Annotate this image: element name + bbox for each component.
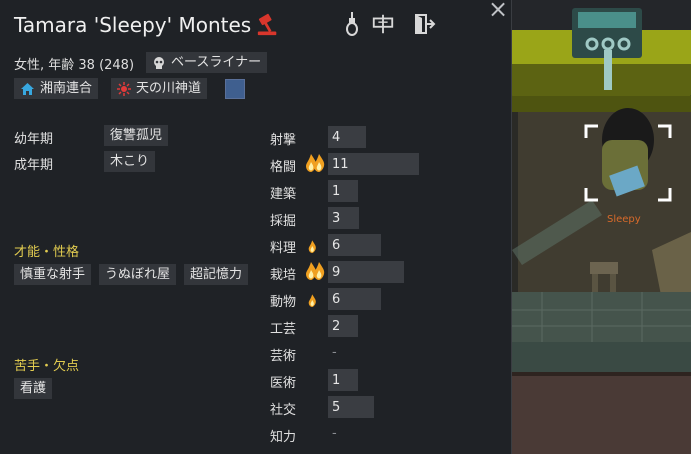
skill-level-value: 4 [332,130,341,145]
ideology-burst-icon [117,81,131,96]
faction-chip[interactable]: 湘南連合 [14,78,99,99]
world-scene [512,0,691,454]
ideology-label: 天の川神道 [136,81,202,96]
gender-age-line: 女性, 年齢 38 (248) [14,58,135,73]
skill-name: 射撃 [270,133,297,148]
skull-icon [154,56,164,69]
adulthood-backstory-chip[interactable]: 木こり [104,151,156,172]
skill-level-value: 6 [332,238,341,253]
skill-level-value: 2 [332,319,341,334]
skill-name: 料理 [270,241,297,256]
skill-level-value: 3 [332,211,341,226]
faction-label: 湘南連合 [40,81,93,96]
skill-level-value: 5 [332,400,341,415]
exit-door-icon[interactable] [412,12,436,36]
skill-name: 建築 [270,187,297,202]
skill-name: 動物 [270,295,297,310]
trait-chip[interactable]: 慎重な射手 [14,264,92,285]
trait-chip[interactable]: うぬぼれ屋 [99,264,177,285]
skill-level-value: 11 [332,157,349,172]
adulthood-value: 木こり [110,154,150,169]
skill-level-value: 6 [332,292,341,307]
trait-chip[interactable]: 超記憶力 [184,264,249,285]
major-passion-flame-icon [305,154,325,176]
skill-name: 社交 [270,403,297,418]
skill-level-value: 1 [332,373,341,388]
adulthood-label: 成年期 [14,158,54,173]
trait-label: 超記憶力 [190,267,243,282]
gavel-icon[interactable] [256,13,280,37]
minor-passion-flame-icon [305,235,317,257]
trait-label: うぬぼれ屋 [105,267,171,282]
incapable-label: 看護 [20,381,47,396]
major-passion-flame-icon [305,262,325,284]
minor-passion-flame-icon [305,289,317,311]
pawn-world-label: Sleepy [607,214,641,225]
xenotype-chip[interactable]: ベースライナー [146,52,268,73]
childhood-value: 復讐孤児 [110,128,163,143]
skill-name: 医術 [270,376,297,391]
close-button[interactable]: × [487,0,509,21]
ideology-chip[interactable]: 天の川神道 [111,78,208,99]
pawn-name: Tamara 'Sleepy' Montes [14,13,252,37]
skill-name: 知力 [270,430,297,445]
noose-icon[interactable] [340,12,364,36]
skill-disabled-value: - [332,426,337,441]
xenotype-label: ベースライナー [171,55,262,70]
skill-level-value: 1 [332,184,341,199]
skill-disabled-value: - [332,345,337,360]
skill-name: 栽培 [270,268,297,283]
favorite-color-swatch[interactable] [225,79,245,99]
incapable-chip[interactable]: 看護 [14,378,53,399]
skill-name: 工芸 [270,322,297,337]
world-viewport[interactable]: Sleepy [512,0,691,454]
skill-name: 芸術 [270,349,297,364]
skill-name: 採掘 [270,214,297,229]
trait-label: 慎重な射手 [20,267,86,282]
traits-heading: 才能・性格 [14,245,80,260]
childhood-label: 幼年期 [14,132,54,147]
sign-icon[interactable] [371,12,395,36]
incapable-heading: 苦手・欠点 [14,359,80,374]
skill-name: 格闘 [270,160,297,175]
house-icon [21,82,34,95]
childhood-backstory-chip[interactable]: 復讐孤児 [104,125,169,146]
character-card-panel: Tamara 'Sleepy' Montes × 女性, 年齢 38 (248)… [0,0,512,454]
skill-level-value: 9 [332,265,341,280]
